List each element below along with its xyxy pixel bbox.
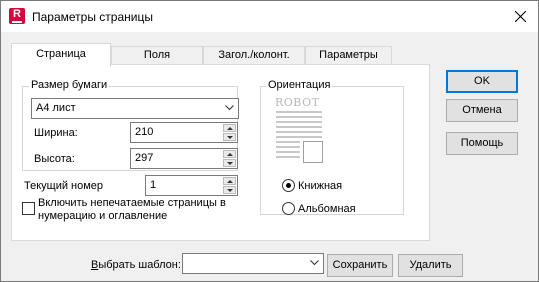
preview-text-line (276, 156, 300, 158)
page-number-input[interactable]: 1 (145, 175, 238, 196)
landscape-radio[interactable] (282, 202, 295, 215)
page-number-label: Текущий номер (24, 180, 104, 192)
preview-text-line (276, 141, 300, 143)
preview-text-line (276, 131, 322, 133)
include-nonprintable-line2: нумерацию и оглавление (38, 210, 168, 222)
template-label-text: ыбрать шаблон: (98, 259, 181, 271)
spin-up-icon[interactable] (223, 177, 236, 185)
tab-header-footer[interactable]: Загол./колонт. (203, 46, 305, 65)
preview-text-line (276, 146, 300, 148)
preview-text-line (276, 111, 322, 113)
window-title: Параметры страницы (32, 10, 153, 24)
preview-text-line (276, 136, 322, 138)
spin-up-icon[interactable] (223, 150, 236, 158)
width-label: Ширина: (34, 127, 78, 139)
height-label: Высота: (34, 153, 75, 165)
chevron-down-icon (225, 105, 234, 111)
ok-button[interactable]: OK (446, 70, 518, 93)
delete-template-button[interactable]: Удалить (398, 254, 463, 277)
tab-options[interactable]: Параметры (305, 46, 392, 65)
save-template-button[interactable]: Сохранить (327, 254, 393, 277)
close-button[interactable] (505, 3, 537, 30)
width-input[interactable]: 210 (130, 122, 238, 143)
preview-text-line (276, 121, 322, 123)
height-spinner[interactable] (223, 150, 236, 167)
height-value: 297 (135, 152, 154, 164)
preview-text-line (276, 116, 322, 118)
paper-format-select[interactable]: А4 лист (31, 98, 239, 119)
paper-size-title: Размер бумаги (29, 79, 110, 91)
orientation-title: Ориентация (266, 79, 333, 91)
spin-down-icon[interactable] (223, 186, 236, 194)
preview-text-line (276, 126, 322, 128)
preview-picture (303, 141, 323, 163)
width-spinner[interactable] (223, 124, 236, 141)
tab-margins[interactable]: Поля (111, 46, 203, 65)
spin-down-icon[interactable] (223, 133, 236, 141)
width-value: 210 (135, 126, 154, 138)
help-button[interactable]: Помощь (446, 132, 518, 155)
close-icon (515, 11, 526, 22)
title-bar: R Параметры страницы (1, 1, 538, 32)
page-number-value: 1 (150, 179, 157, 191)
app-logo-icon: R (9, 8, 25, 24)
portrait-label: Книжная (298, 180, 343, 192)
spin-down-icon[interactable] (223, 159, 236, 167)
portrait-radio[interactable] (282, 179, 295, 192)
page-number-spinner[interactable] (223, 177, 236, 194)
include-nonprintable-line1: Включить непечатаемые страницы в (38, 197, 226, 209)
landscape-label: Альбомная (298, 203, 356, 215)
chevron-down-icon (310, 260, 319, 266)
spin-up-icon[interactable] (223, 124, 236, 132)
cancel-button[interactable]: Отмена (446, 99, 518, 122)
include-nonprintable-checkbox[interactable] (22, 202, 35, 215)
template-label: Выбрать шаблон: (91, 259, 181, 271)
page-preview: ROBOT (275, 96, 325, 166)
page-setup-dialog: R Параметры страницы Страница Поля Загол… (0, 0, 539, 282)
preview-text-line (276, 151, 300, 153)
tab-page[interactable]: Страница (11, 43, 111, 67)
paper-format-value: А4 лист (36, 102, 76, 114)
height-input[interactable]: 297 (130, 148, 238, 169)
template-select[interactable] (182, 253, 324, 274)
preview-robot-text: ROBOT (275, 96, 320, 109)
include-nonprintable-label: Включить непечатаемые страницы в нумерац… (38, 197, 226, 223)
